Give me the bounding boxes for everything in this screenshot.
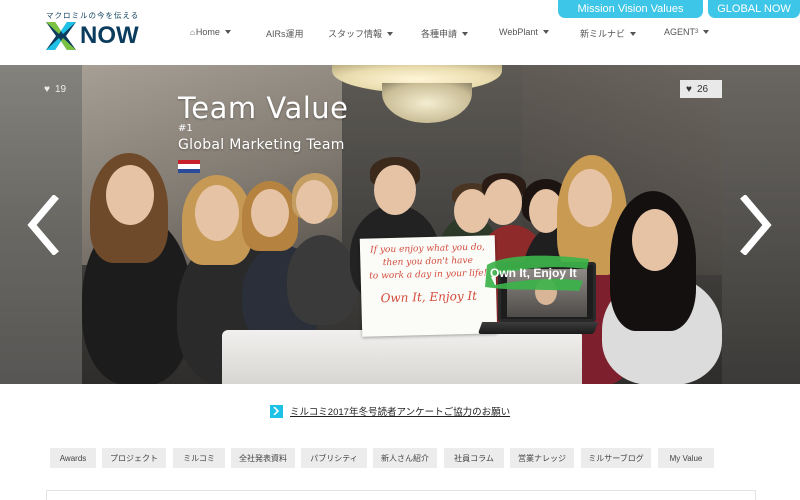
chevron-down-icon	[630, 31, 637, 36]
own-it-enjoy-it-label: Own It, Enjoy It	[490, 266, 577, 280]
x-logo-icon	[46, 22, 76, 50]
announcement-link[interactable]: ミルコミ2017年冬号読者アンケートご協力のお願い	[270, 404, 510, 418]
like-count-previous: 19	[54, 83, 67, 95]
nav-airs-label: AIRs運用	[266, 29, 304, 39]
slide-title: Team Value	[178, 91, 349, 125]
hero-carousel[interactable]: If you enjoy what you do, then you don't…	[0, 65, 800, 384]
category-staff-column[interactable]: 社員コラム	[444, 448, 504, 468]
category-label: プロジェクト	[110, 453, 158, 463]
category-label: 全社発表資料	[239, 453, 287, 463]
chevron-down-icon	[703, 30, 710, 34]
handwritten-sign: If you enjoy what you do, then you don't…	[359, 235, 498, 337]
slide-subtitle: Global Marketing Team	[178, 137, 345, 153]
netherlands-flag-icon	[178, 160, 200, 173]
like-counter-previous[interactable]: ♥ 19	[38, 80, 72, 98]
nav-airs[interactable]: AIRs運用	[266, 27, 304, 40]
chevron-right-icon	[270, 404, 283, 418]
category-label: 新人さん紹介	[381, 453, 429, 463]
category-awards[interactable]: Awards	[50, 448, 96, 468]
sign-footer: Own It, Enjoy It	[380, 288, 478, 306]
like-count: 26	[696, 83, 709, 95]
previous-slide-arrow-icon[interactable]	[24, 195, 64, 255]
nav-webplant-label: WebPlant	[499, 27, 538, 37]
category-label: パブリシティ	[310, 453, 358, 463]
heart-icon: ♥	[44, 83, 50, 95]
nav-milnavi-label: 新ミルナビ	[580, 29, 626, 39]
nav-agent[interactable]: AGENT 3	[664, 27, 710, 37]
sign-line-3: to work a day in your life!	[369, 268, 488, 282]
nav-staff-label: スタッフ情報	[328, 29, 383, 39]
nav-agent-sup: 3	[695, 29, 699, 35]
category-my-value[interactable]: My Value	[658, 448, 714, 468]
site-header: マクロミルの今を伝える NOW ⌂ Home AIRs運用 スタッフ情報 各種申…	[0, 0, 800, 65]
heart-icon: ♥	[686, 83, 692, 95]
logo-tagline: マクロミルの今を伝える	[46, 11, 140, 20]
slide-number: #1	[178, 123, 193, 134]
meeting-table	[222, 330, 582, 384]
nav-home[interactable]: ⌂ Home	[190, 27, 231, 37]
nav-milnavi[interactable]: 新ミルナビ	[580, 27, 637, 40]
category-sales-knowledge[interactable]: 営業ナレッジ	[510, 448, 574, 468]
logo-wordmark: NOW	[80, 22, 139, 49]
laptop-base	[477, 322, 599, 334]
category-label: ミルサーブログ	[588, 453, 644, 463]
chevron-down-icon	[387, 31, 394, 36]
category-label: 営業ナレッジ	[518, 453, 566, 463]
content-panel	[46, 490, 756, 500]
category-label: ミルコミ	[183, 453, 215, 463]
category-company-materials[interactable]: 全社発表資料	[231, 448, 295, 468]
home-icon: ⌂	[190, 27, 195, 37]
category-new-members[interactable]: 新人さん紹介	[373, 448, 437, 468]
category-label: Awards	[59, 453, 87, 463]
nav-home-label: Home	[195, 27, 220, 37]
like-counter[interactable]: ♥ 26	[680, 80, 722, 98]
category-milser-blog[interactable]: ミルサーブログ	[581, 448, 651, 468]
nav-staff[interactable]: スタッフ情報	[328, 27, 394, 40]
category-milcomi[interactable]: ミルコミ	[173, 448, 225, 468]
nav-applications-label: 各種申請	[421, 29, 458, 39]
chevron-down-icon	[224, 30, 231, 34]
nav-webplant[interactable]: WebPlant	[499, 27, 549, 37]
announcement-text: ミルコミ2017年冬号読者アンケートご協力のお願い	[290, 407, 511, 418]
ceiling-lamp-shade	[382, 83, 472, 123]
site-logo[interactable]: マクロミルの今を伝える NOW	[46, 10, 161, 52]
chevron-down-icon	[462, 31, 469, 36]
category-project[interactable]: プロジェクト	[102, 448, 166, 468]
nav-agent-label: AGENT	[664, 27, 696, 37]
category-label: My Value	[669, 453, 703, 463]
nav-applications[interactable]: 各種申請	[421, 27, 469, 40]
category-publicity[interactable]: パブリシティ	[301, 448, 367, 468]
chevron-down-icon	[542, 30, 549, 34]
next-slide-arrow-icon[interactable]	[735, 195, 775, 255]
category-label: 社員コラム	[454, 453, 494, 463]
